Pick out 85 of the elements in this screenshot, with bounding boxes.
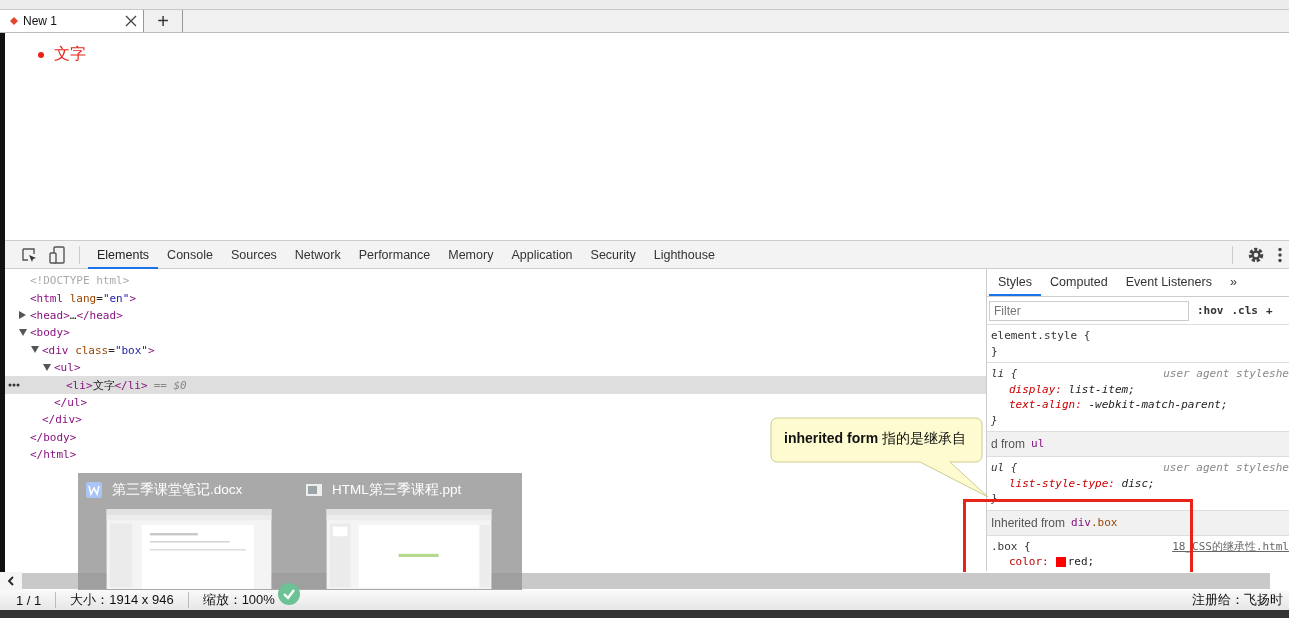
source-label: user agent styleshe — [1163, 460, 1289, 476]
tree-row[interactable]: <li>文字</li> == $0 — [5, 376, 986, 394]
close-icon — [125, 15, 137, 27]
css-selector: element.style { — [991, 328, 1091, 344]
dom-markup: <li>文字</li> — [66, 377, 148, 393]
tree-row[interactable]: <head>…</head> — [5, 306, 123, 325]
styles-tab[interactable]: Styles — [989, 269, 1042, 296]
check-icon — [278, 583, 300, 605]
tree-row[interactable]: </div> — [5, 411, 82, 429]
tree-row[interactable]: </body> — [5, 428, 77, 446]
css-selector: li { — [991, 366, 1018, 382]
dom-markup: <head>…</head> — [30, 308, 123, 322]
devtools-tab[interactable]: Lighthouse — [644, 240, 724, 269]
settings-icon — [1247, 245, 1265, 264]
styles-tab[interactable]: Event Listeners — [1116, 269, 1221, 296]
devtools-tab[interactable]: Application — [502, 240, 582, 269]
tree-row[interactable]: <div class="box"> — [5, 341, 155, 359]
css-value: -webkit-match-parent; — [1087, 397, 1228, 413]
triangle-icon[interactable] — [19, 311, 26, 320]
filter-field[interactable]: Filter — [989, 300, 1189, 321]
dom-markup: <!DOCTYPE html> — [30, 274, 130, 288]
tree-row[interactable]: <html lang="en"> — [5, 289, 136, 307]
more-icon — [1277, 246, 1283, 263]
element-link[interactable]: ul — [1031, 437, 1045, 451]
dom-markup: </div> — [42, 413, 82, 427]
element-link[interactable]: div.box — [1071, 515, 1118, 530]
browser-tab[interactable]: New 1 — [0, 10, 144, 32]
closing-brace: } — [991, 412, 998, 428]
css-property: list-style-type: — [1009, 475, 1115, 491]
css-selector: .box { — [991, 538, 1031, 554]
devtools-tab[interactable]: Security — [581, 240, 645, 269]
styles-tab[interactable]: » — [1220, 269, 1246, 296]
header-label: d from — [991, 437, 1025, 451]
list-item-text: 文字 — [54, 44, 86, 64]
status-text: 大小：1914 x 946 — [70, 591, 174, 609]
toolbar-button[interactable]: .cls — [1231, 304, 1258, 317]
css-value: list-item; — [1067, 381, 1135, 397]
status-text: 缩放：100% — [202, 591, 275, 609]
dom-markup: </ul> — [54, 395, 88, 409]
devtools-tab[interactable]: Elements — [88, 240, 159, 269]
css-property: display: — [1009, 381, 1062, 397]
window-title: HTML第三季课程.ppt — [332, 481, 462, 499]
tree-row[interactable]: </ul> — [5, 393, 88, 412]
diamond-icon — [10, 17, 18, 25]
devtools-tab[interactable]: Console — [158, 240, 222, 269]
caret-icon — [6, 576, 16, 586]
dom-markup: <div class="box"> — [42, 343, 155, 357]
closing-brace: } — [991, 343, 998, 359]
devtools-tab[interactable]: Memory — [439, 240, 503, 269]
new-tab-button[interactable]: + — [144, 10, 183, 32]
ellipsis-icon — [8, 383, 20, 388]
tab-label: New 1 — [23, 14, 58, 28]
status-text: 1 / 1 — [16, 592, 42, 608]
window-title: 第三季课堂笔记.docx — [112, 481, 243, 499]
slides-icon — [306, 482, 322, 498]
triangle-icon[interactable] — [19, 328, 27, 337]
source-label: user agent styleshe — [1163, 366, 1289, 382]
dom-markup: </html> — [30, 448, 77, 462]
css-property: color: — [1009, 554, 1049, 570]
devtools-tab[interactable]: Sources — [222, 240, 286, 269]
scroll-left-button[interactable] — [0, 572, 22, 590]
devtools-tab[interactable]: Network — [285, 240, 350, 269]
header-label: Inherited from — [991, 515, 1066, 530]
callout-text: inherited form 指的是继承自 — [784, 430, 966, 448]
css-value: disc; — [1120, 475, 1155, 491]
document-icon — [86, 482, 102, 498]
devtools-tab[interactable]: Performance — [349, 240, 440, 269]
styles-tab[interactable]: Computed — [1041, 269, 1117, 296]
tree-row[interactable]: </html> — [5, 445, 77, 464]
bullet-icon — [38, 51, 44, 58]
toolbar-button[interactable]: :hov — [1197, 304, 1224, 317]
status-text: 注册给：飞扬时 — [1192, 591, 1283, 609]
dom-markup: <html lang="en"> — [30, 291, 136, 305]
selected-marker: == $0 — [153, 378, 187, 392]
css-selector: ul { — [991, 460, 1018, 476]
css-value: red; — [1067, 554, 1095, 570]
device-icon — [49, 245, 65, 264]
toolbar-button[interactable]: + — [1266, 304, 1273, 317]
dom-markup: <ul> — [54, 361, 81, 375]
dom-markup: <body> — [30, 326, 70, 340]
inspect-icon — [21, 246, 37, 263]
css-property: text-align: — [1009, 397, 1082, 413]
tree-row[interactable]: <body> — [5, 324, 70, 342]
color-swatch[interactable] — [1055, 556, 1066, 567]
dom-markup: </body> — [30, 430, 77, 444]
